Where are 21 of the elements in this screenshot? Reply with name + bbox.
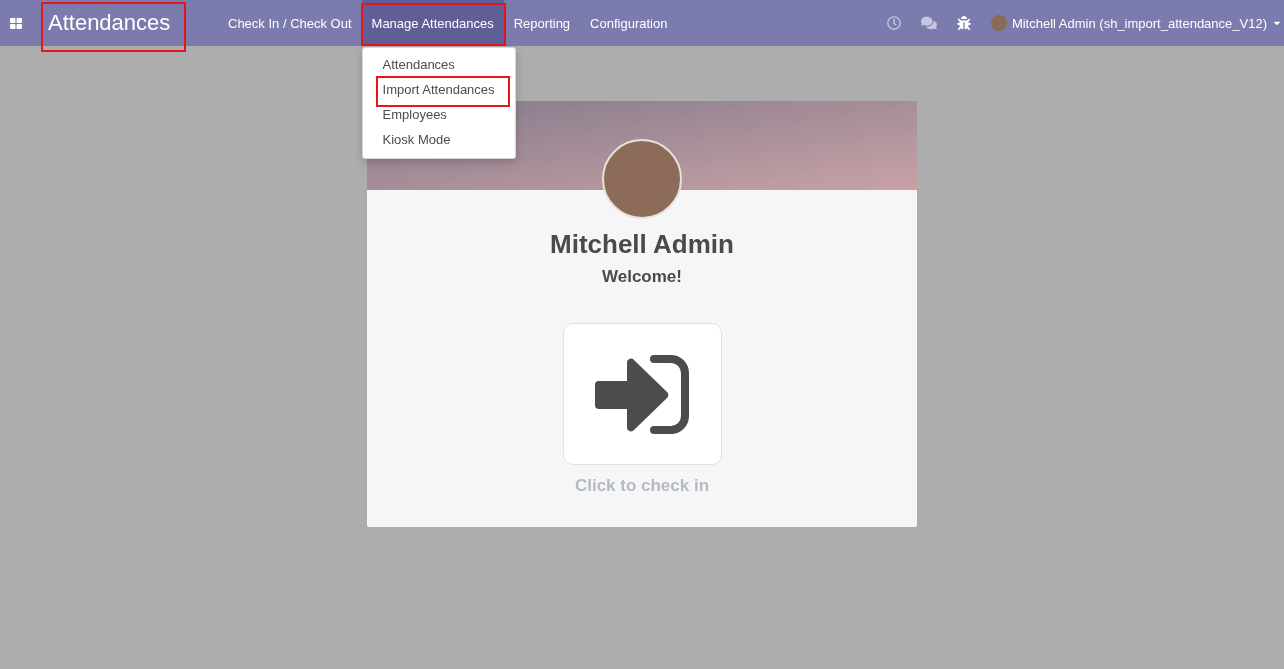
dropdown-item[interactable]: Kiosk Mode	[382, 132, 451, 148]
user-menu-button[interactable]: Mitchell Admin (sh_import_attendance_V12)	[980, 0, 1284, 46]
menu-item[interactable]: Configuration	[580, 0, 678, 46]
chat-bubbles-icon	[920, 15, 937, 31]
greeting-text: Welcome!	[602, 267, 682, 287]
user-name: Mitchell Admin (sh_import_attendance_V12)	[1011, 15, 1267, 31]
employee-name: Mitchell Admin	[550, 229, 734, 259]
dropdown-item[interactable]: Import Attendances	[382, 82, 495, 98]
dropdown-item[interactable]: Attendances	[382, 57, 455, 73]
user-avatar-icon	[990, 15, 1007, 31]
check-in-label: Click to check in	[574, 476, 710, 496]
dropdown-item[interactable]: Employees	[382, 107, 447, 123]
bug-icon	[956, 16, 971, 30]
clock-icon	[886, 16, 901, 30]
app-title: Attendances	[48, 10, 171, 36]
sign-in-icon	[595, 354, 689, 434]
menu-item[interactable]: Check In / Check Out	[218, 0, 362, 46]
menu-item[interactable]: Manage Attendances	[361, 0, 504, 46]
check-in-button[interactable]	[562, 323, 722, 465]
menu-item[interactable]: Reporting	[503, 0, 581, 46]
apps-grid-icon	[10, 17, 22, 29]
